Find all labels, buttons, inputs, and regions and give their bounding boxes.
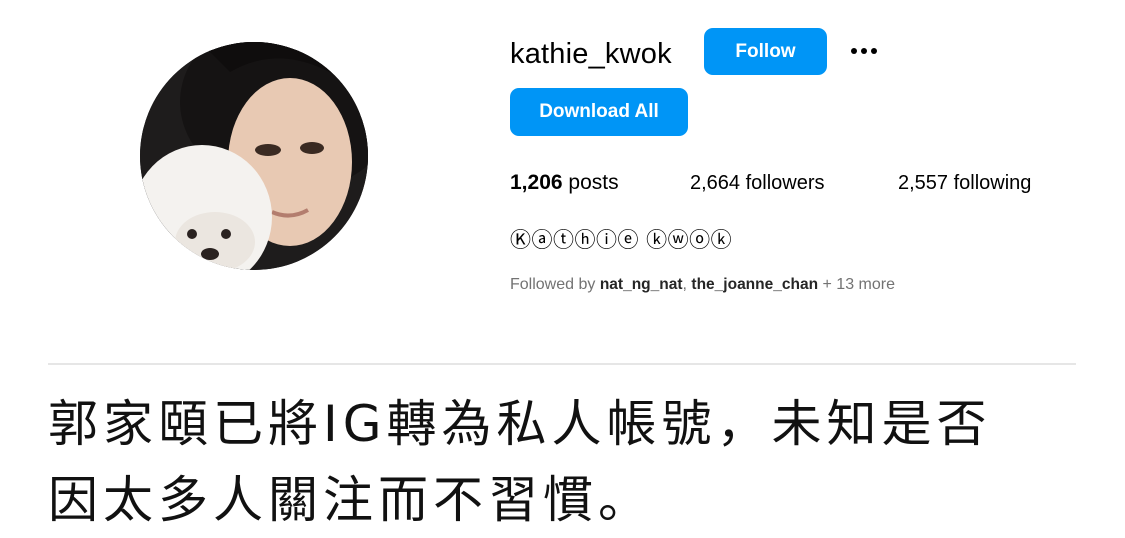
more-options-button[interactable]	[846, 36, 882, 66]
stat-followers-link[interactable]: 2,664 followers	[690, 170, 825, 196]
stat-posts: 1,206 posts	[510, 170, 619, 196]
stat-following-link[interactable]: 2,557 following	[898, 170, 1031, 196]
profile-avatar[interactable]	[140, 42, 368, 270]
caption-line-1: 郭家頤已將IG轉為私人帳號，未知是否	[48, 395, 992, 453]
followed-by-separator: ,	[682, 276, 687, 293]
avatar-photo	[140, 42, 368, 270]
follower-link-2[interactable]: the_joanne_chan	[691, 276, 818, 293]
article-caption: 郭家頤已將IG轉為私人帳號，未知是否 因太多人關注而不習慣。	[48, 386, 1088, 538]
profile-username: kathie_kwok	[510, 38, 672, 70]
caption-line-2: 因太多人關注而不習慣。	[48, 471, 653, 529]
follower-link-1[interactable]: nat_ng_nat	[600, 276, 683, 293]
posts-label: posts	[568, 171, 619, 194]
download-all-button[interactable]: Download All	[510, 88, 688, 136]
followed-by: Followed by nat_ng_nat, the_joanne_chan …	[510, 274, 895, 296]
follow-button[interactable]: Follow	[704, 28, 827, 75]
followed-by-prefix: Followed by	[510, 276, 596, 293]
more-horizontal-icon	[851, 48, 857, 54]
followed-by-more[interactable]: + 13 more	[823, 276, 895, 293]
profile-bio: Ⓚⓐⓣⓗⓘⓔ ⓚⓦⓞⓚ	[510, 228, 733, 252]
posts-count: 1,206	[510, 171, 563, 194]
divider	[48, 363, 1076, 365]
